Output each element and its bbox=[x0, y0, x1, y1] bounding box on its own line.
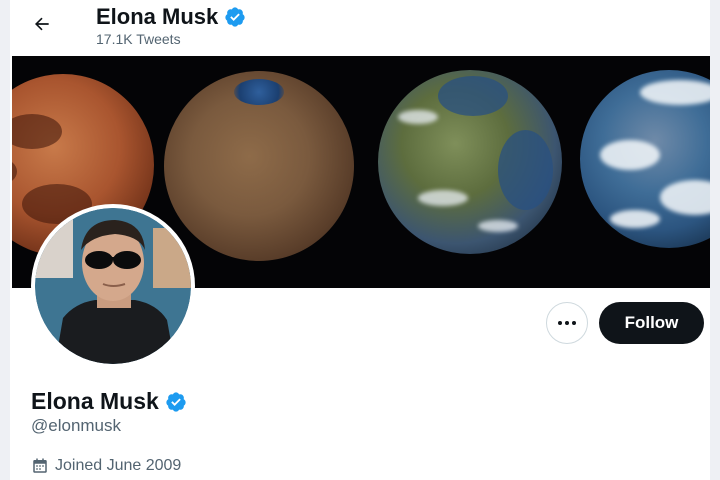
display-name-text: Elona Musk bbox=[31, 388, 159, 414]
more-options-icon bbox=[558, 321, 576, 325]
header-title: Elona Musk bbox=[96, 4, 246, 30]
verified-badge-icon bbox=[224, 6, 246, 28]
handle: @elonmusk bbox=[31, 416, 122, 435]
arrow-left-icon bbox=[35, 17, 49, 31]
joined-text: Joined June 2009 bbox=[55, 457, 182, 474]
tweet-count: 17.1K Tweets bbox=[96, 31, 181, 47]
display-name: Elona Musk bbox=[31, 388, 187, 415]
verified-badge-icon bbox=[165, 391, 187, 413]
calendar-icon bbox=[33, 458, 47, 473]
avatar-photo bbox=[35, 208, 191, 364]
joined-date: Joined June 2009 bbox=[31, 457, 181, 475]
profile-header: Elona Musk 17.1K Tweets bbox=[10, 0, 710, 55]
avatar[interactable] bbox=[31, 204, 195, 368]
planet-terraform-stage2-image bbox=[378, 70, 562, 254]
planet-terraform-stage1-image bbox=[164, 71, 354, 261]
profile-card: Elona Musk 17.1K Tweets Follow Elona Mus… bbox=[10, 0, 710, 480]
planet-earthlike-image bbox=[580, 70, 710, 248]
more-options-button[interactable] bbox=[546, 302, 588, 344]
header-name-text: Elona Musk bbox=[96, 4, 219, 29]
follow-button[interactable]: Follow bbox=[599, 302, 704, 344]
back-button[interactable] bbox=[28, 10, 56, 38]
